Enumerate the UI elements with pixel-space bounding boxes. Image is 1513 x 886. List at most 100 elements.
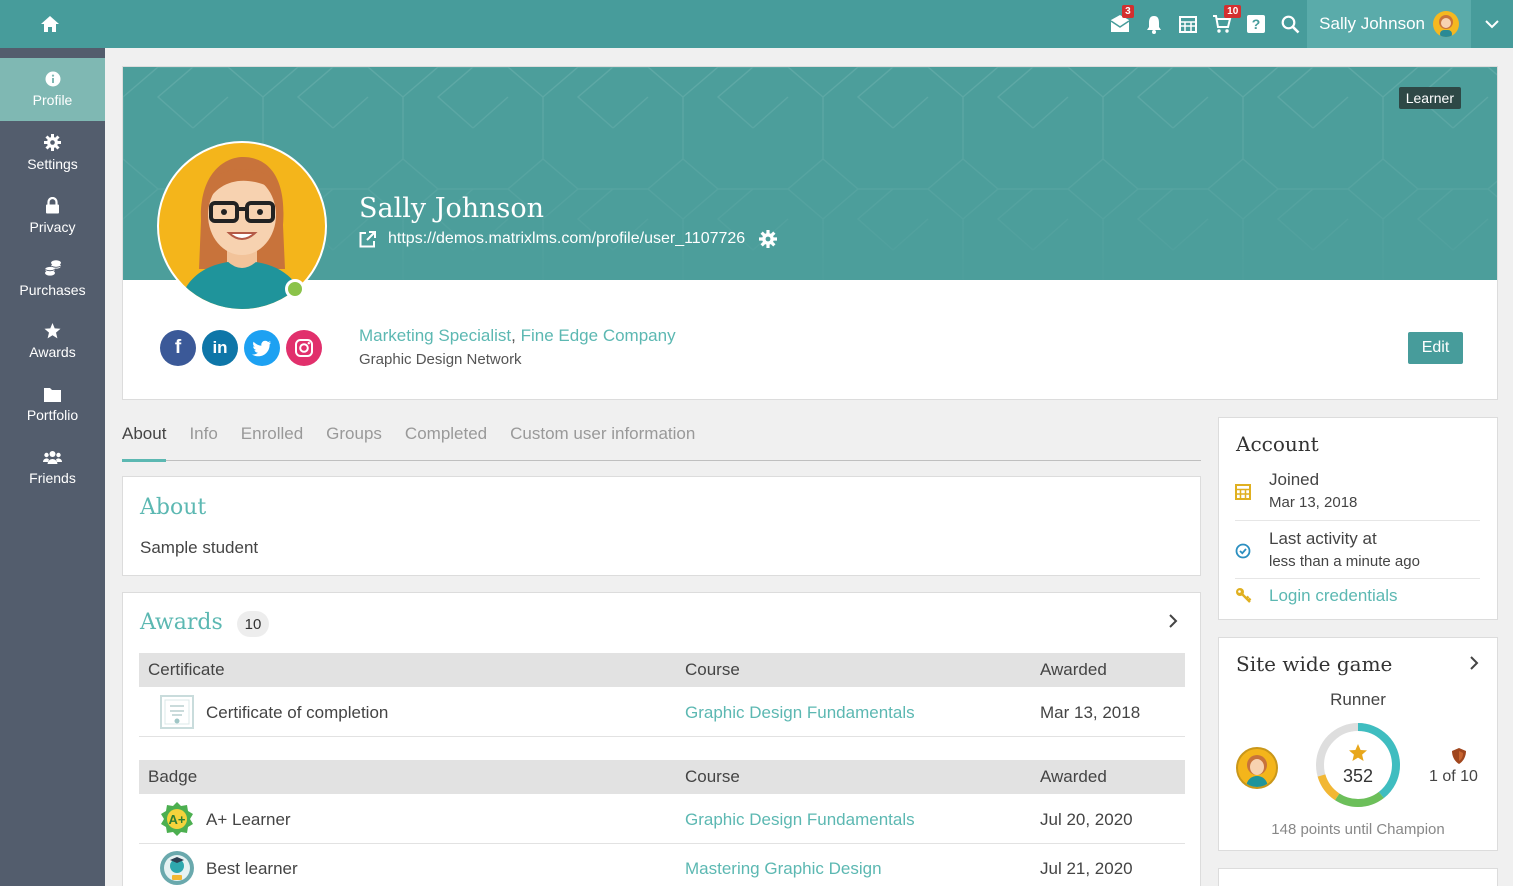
- lock-icon: [46, 196, 59, 213]
- sidebar-item-settings[interactable]: Settings: [0, 121, 105, 184]
- calendar-button[interactable]: [1171, 0, 1205, 48]
- online-status-dot: [285, 279, 305, 299]
- sidebar-item-profile[interactable]: Profile: [0, 58, 105, 121]
- certificate-table-header: Certificate Course Awarded: [139, 653, 1185, 687]
- sidebar-item-awards[interactable]: Awards: [0, 310, 105, 373]
- awards-count: 10: [237, 611, 269, 637]
- users-icon: [43, 450, 62, 464]
- sidebar-item-label: Purchases: [19, 281, 86, 298]
- user-avatar: [1433, 11, 1459, 37]
- column-header: Awarded: [1040, 767, 1107, 786]
- login-credentials-row[interactable]: Login credentials: [1235, 586, 1480, 616]
- game-avatar: [1236, 747, 1278, 789]
- tab-completed[interactable]: Completed: [405, 417, 487, 461]
- cart-button[interactable]: 10: [1205, 0, 1242, 48]
- account-title: Account: [1236, 432, 1319, 456]
- network-name: Graphic Design Network: [359, 351, 522, 368]
- user-menu[interactable]: Sally Johnson: [1307, 0, 1471, 48]
- badge-name: A+ Learner: [206, 810, 291, 829]
- table-row: A+ A+ Learner Graphic Design Fundamental…: [139, 795, 1185, 844]
- game-points: 352: [1342, 766, 1374, 786]
- column-header: Awarded: [1040, 660, 1107, 679]
- chevron-down-icon[interactable]: [1471, 0, 1513, 48]
- calendar-icon: [1235, 484, 1251, 500]
- gear-icon: [44, 133, 61, 151]
- notifications-button[interactable]: [1137, 0, 1171, 48]
- badge-table-header: Badge Course Awarded: [139, 760, 1185, 794]
- table-row: Certificate of completion Graphic Design…: [139, 688, 1185, 737]
- sidebar-item-label: Friends: [29, 469, 76, 486]
- next-card: [1218, 868, 1498, 886]
- awards-title: Awards: [140, 610, 223, 635]
- about-text: Sample student: [140, 538, 259, 557]
- messages-badge: 3: [1122, 5, 1134, 18]
- coins-icon: [44, 259, 61, 276]
- facebook-icon[interactable]: f: [160, 330, 196, 366]
- help-icon: ?: [1247, 15, 1266, 33]
- top-bar: 3 10 ? Sally Johnson: [0, 0, 1513, 48]
- search-button[interactable]: [1273, 0, 1307, 48]
- search-icon: [1281, 15, 1300, 33]
- profile-tabs: About Info Enrolled Groups Completed Cus…: [122, 417, 1201, 462]
- sidebar-item-privacy[interactable]: Privacy: [0, 184, 105, 247]
- chevron-right-icon[interactable]: [1168, 613, 1178, 629]
- linkedin-icon[interactable]: in: [202, 330, 238, 366]
- course-link[interactable]: Mastering Graphic Design: [685, 844, 882, 886]
- login-credentials-link[interactable]: Login credentials: [1269, 586, 1398, 606]
- svg-text:A+: A+: [169, 812, 186, 827]
- profile-header-card: Learner Sally Johnson https://demos.matr…: [122, 66, 1498, 400]
- company-link[interactable]: Fine Edge Company: [521, 326, 676, 345]
- game-rank: Runner: [1330, 690, 1386, 709]
- last-activity-row: Last activity at less than a minute ago: [1235, 529, 1480, 579]
- sidebar-item-label: Privacy: [29, 218, 76, 235]
- gear-icon[interactable]: [759, 230, 778, 248]
- banner-pattern: [123, 67, 1497, 280]
- tab-about[interactable]: About: [122, 417, 167, 462]
- profile-url-row: https://demos.matrixlms.com/profile/user…: [359, 230, 778, 248]
- sidebar-item-portfolio[interactable]: Portfolio: [0, 373, 105, 436]
- account-card: Account Joined Mar 13, 2018 Last activit…: [1218, 417, 1498, 620]
- job-title-link[interactable]: Marketing Specialist: [359, 326, 511, 345]
- bell-icon: [1147, 15, 1162, 34]
- job-separator: ,: [511, 326, 516, 345]
- game-placing: 1 of 10: [1429, 768, 1478, 785]
- tab-groups[interactable]: Groups: [326, 417, 382, 461]
- joined-date: Mar 13, 2018: [1269, 494, 1358, 511]
- course-link[interactable]: Graphic Design Fundamentals: [685, 688, 915, 737]
- home-icon[interactable]: [38, 12, 62, 36]
- column-header: Course: [685, 767, 740, 786]
- profile-url[interactable]: https://demos.matrixlms.com/profile/user…: [388, 230, 745, 248]
- sidebar-item-friends[interactable]: Friends: [0, 436, 105, 499]
- edit-button[interactable]: Edit: [1408, 332, 1463, 364]
- sidebar-item-label: Awards: [29, 344, 76, 360]
- awarded-date: Jul 21, 2020: [1040, 859, 1133, 878]
- awarded-date: Jul 20, 2020: [1040, 810, 1133, 829]
- profile-banner: Learner Sally Johnson https://demos.matr…: [123, 67, 1497, 280]
- help-button[interactable]: ?: [1239, 0, 1273, 48]
- twitter-icon[interactable]: [244, 330, 280, 366]
- svg-text:?: ?: [1252, 16, 1261, 32]
- awards-card: Awards 10 Certificate Course Awarded Cer…: [122, 592, 1201, 886]
- profile-name: Sally Johnson: [359, 193, 545, 224]
- key-icon: [1236, 588, 1252, 603]
- instagram-icon[interactable]: [286, 330, 322, 366]
- points-progress-ring: [1316, 723, 1400, 807]
- column-header: Certificate: [148, 660, 225, 679]
- external-link-icon[interactable]: [359, 230, 376, 248]
- info-icon: [45, 71, 60, 87]
- tab-custom-user-information[interactable]: Custom user information: [510, 417, 695, 461]
- messages-button[interactable]: 3: [1103, 0, 1137, 48]
- star-icon: [44, 323, 61, 339]
- column-header: Badge: [148, 767, 198, 786]
- calendar-icon: [1179, 16, 1198, 33]
- chevron-right-icon[interactable]: [1469, 655, 1479, 671]
- last-activity-label: Last activity at: [1269, 529, 1377, 548]
- tab-enrolled[interactable]: Enrolled: [241, 417, 303, 461]
- shield-icon: [1452, 748, 1466, 764]
- site-wide-game-card: Site wide game Runner 352 1 of 10 148 po…: [1218, 637, 1498, 851]
- points-until-next-rank: 148 points until Champion: [1271, 821, 1445, 838]
- sidebar-item-purchases[interactable]: Purchases: [0, 247, 105, 310]
- column-header: Course: [685, 660, 740, 679]
- course-link[interactable]: Graphic Design Fundamentals: [685, 795, 915, 844]
- tab-info[interactable]: Info: [189, 417, 217, 461]
